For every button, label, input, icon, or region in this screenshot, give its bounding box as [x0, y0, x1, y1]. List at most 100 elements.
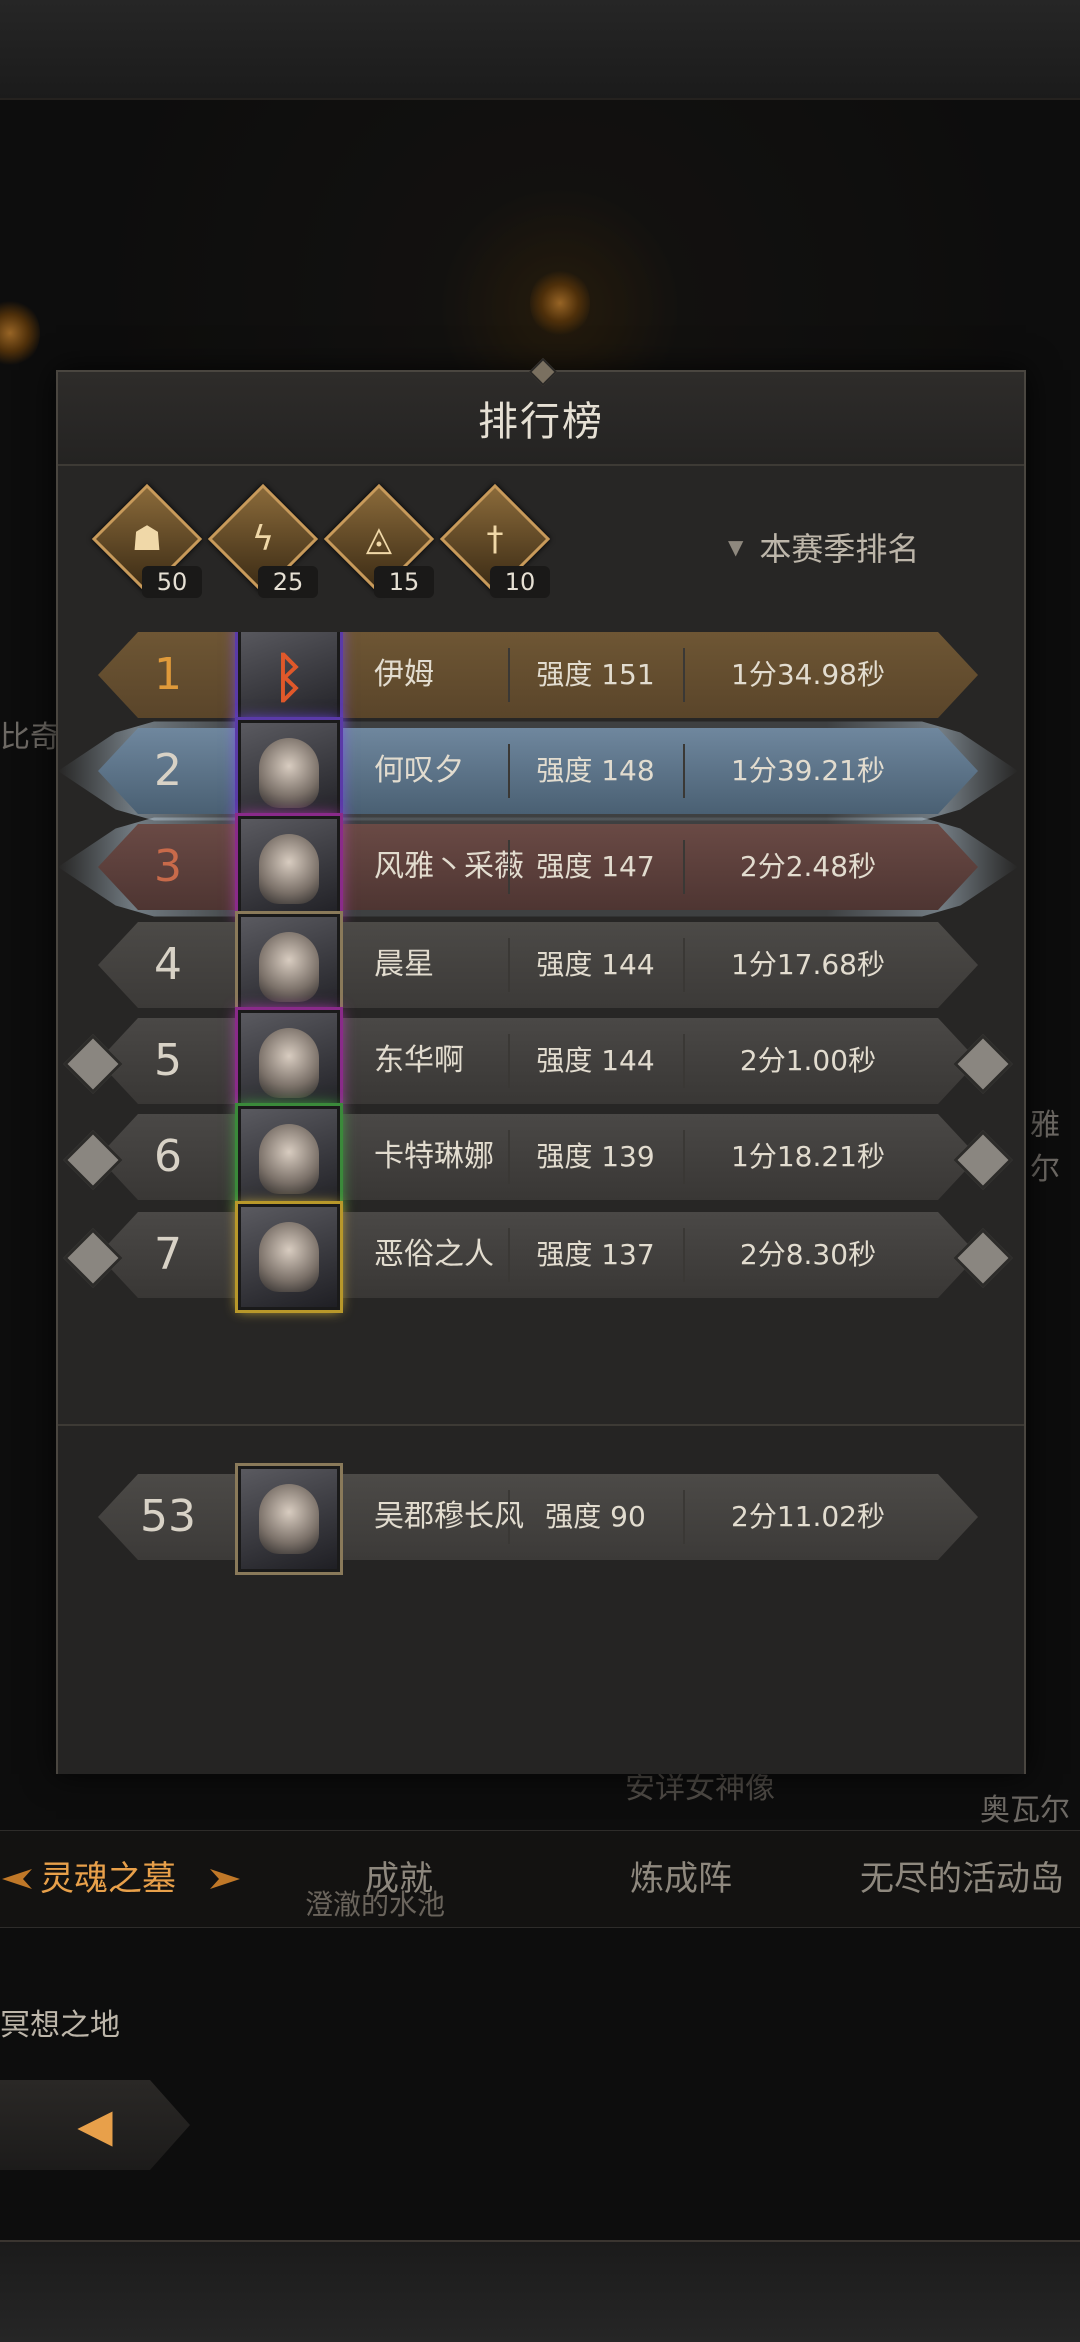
tab-soul-tomb[interactable]: 灵魂之墓: [40, 1831, 176, 1927]
player-name: 风雅丶采薇: [374, 849, 524, 884]
my-rank-row[interactable]: 53 吴郡穆长风 强度 90 2分11.02秒: [98, 1466, 978, 1572]
spike-ornament: [63, 1034, 123, 1094]
class-filter-warrior[interactable]: ☗ 50: [91, 483, 208, 602]
player-power: 强度 144: [536, 1044, 655, 1077]
filter-count: 25: [258, 566, 318, 598]
rank-number: 53: [140, 1491, 196, 1542]
divider: [683, 648, 685, 702]
back-button[interactable]: ◀: [0, 2080, 190, 2170]
player-avatar[interactable]: [238, 914, 340, 1020]
clear-time: 1分18.21秒: [731, 1140, 885, 1173]
spike-ornament: [953, 1034, 1013, 1094]
divider: [508, 648, 510, 702]
player-avatar[interactable]: [238, 1466, 340, 1572]
player-name: 吴郡穆长风: [374, 1499, 524, 1534]
player-name: 伊姆: [374, 657, 434, 692]
divider: [508, 1034, 510, 1088]
dialog-header: 排行榜: [58, 372, 1024, 466]
tab-arrow-left-icon: [2, 1869, 32, 1889]
divider: [508, 938, 510, 992]
filter-count: 15: [374, 566, 434, 598]
tab-alchemy[interactable]: 炼成阵: [630, 1831, 732, 1927]
rune-icon: ᛒ: [272, 645, 306, 709]
ranking-row[interactable]: 1 ᛒ 伊姆 强度 151 1分34.98秒: [98, 632, 978, 730]
player-avatar[interactable]: [238, 816, 340, 922]
player-avatar[interactable]: [238, 1204, 340, 1310]
rank-number: 2: [154, 745, 182, 796]
player-power: 强度 139: [536, 1140, 655, 1173]
ranking-list[interactable]: 1 ᛒ 伊姆 强度 151 1分34.98秒 2 何叹夕 强度 148 1分39…: [58, 632, 1024, 1412]
leaderboard-dialog: 排行榜 ☗ 50 ϟ 25 ◬ 15 † 10 ▼ 本赛季排名 1 ᛒ 伊姆 强…: [56, 357, 1026, 1774]
ranking-row[interactable]: 4 晨星 强度 144 1分17.68秒: [98, 914, 978, 1020]
class-filter-sword[interactable]: † 10: [439, 483, 556, 602]
divider: [683, 1034, 685, 1088]
map-label: 冥想之地: [0, 2008, 120, 2043]
ranking-row[interactable]: 6 卡特琳娜 强度 139 1分18.21秒: [63, 1106, 1013, 1212]
avatar-face: [259, 834, 319, 904]
class-filter-mage[interactable]: ϟ 25: [207, 483, 324, 602]
rank-number: 7: [154, 1229, 182, 1280]
avatar-face: [259, 1484, 319, 1554]
ranking-row[interactable]: 2 何叹夕 强度 148 1分39.21秒: [58, 720, 1018, 826]
class-filter-taoist[interactable]: ◬ 15: [323, 483, 440, 602]
avatar-face: [259, 1028, 319, 1098]
spike-ornament: [63, 1228, 123, 1288]
ranking-row[interactable]: 3 风雅丶采薇 强度 147 2分2.48秒: [58, 816, 1018, 922]
divider: [683, 744, 685, 798]
avatar-face: [259, 932, 319, 1002]
rank-number: 4: [154, 939, 182, 990]
clear-time: 2分8.30秒: [739, 1238, 877, 1271]
arrow-left-icon: ◀: [77, 2098, 113, 2152]
spike-ornament: [953, 1130, 1013, 1190]
my-rank-panel: 53 吴郡穆长风 强度 90 2分11.02秒: [58, 1424, 1024, 1774]
top-frame: [0, 0, 1080, 100]
clear-time: 2分11.02秒: [731, 1500, 885, 1533]
filter-count: 50: [142, 566, 202, 598]
player-name: 卡特琳娜: [374, 1139, 494, 1174]
divider: [683, 1228, 685, 1282]
season-rank-dropdown[interactable]: ▼ 本赛季排名: [728, 522, 1018, 572]
avatar-face: [259, 1124, 319, 1194]
rank-number: 6: [154, 1131, 182, 1182]
ranking-row[interactable]: 5 东华啊 强度 144 2分1.00秒: [63, 1010, 1013, 1116]
bottom-tab-bar: 灵魂之墓 成就 炼成阵 无尽的活动岛 澄澈的水池: [0, 1830, 1080, 1928]
rank-number: 5: [154, 1035, 182, 1086]
clear-time: 1分34.98秒: [731, 658, 885, 691]
player-name: 恶俗之人: [374, 1237, 494, 1272]
player-power: 强度 144: [536, 948, 655, 981]
divider: [508, 1130, 510, 1184]
rank-number: 3: [154, 841, 182, 892]
player-name: 何叹夕: [374, 753, 464, 788]
spike-ornament: [63, 1130, 123, 1190]
rank-number: 1: [154, 649, 182, 700]
dialog-title: 排行榜: [478, 399, 604, 445]
clear-time: 2分2.48秒: [739, 850, 877, 883]
map-label: 澄澈的水池: [305, 1888, 446, 1921]
divider: [683, 1490, 685, 1544]
divider: [508, 744, 510, 798]
divider: [683, 840, 685, 894]
player-avatar[interactable]: [238, 720, 340, 826]
bottom-frame: [0, 2240, 1080, 2342]
player-avatar[interactable]: ᛒ: [238, 632, 340, 730]
player-name: 东华啊: [374, 1043, 464, 1078]
clear-time: 1分17.68秒: [731, 948, 885, 981]
player-avatar[interactable]: [238, 1106, 340, 1212]
divider: [508, 1228, 510, 1282]
season-rank-label: 本赛季排名: [759, 530, 920, 568]
player-avatar[interactable]: [238, 1010, 340, 1116]
player-power: 强度 137: [536, 1238, 655, 1271]
dropdown-arrow-icon: ▼: [728, 535, 744, 559]
divider: [683, 1130, 685, 1184]
clear-time: 1分39.21秒: [731, 754, 885, 787]
avatar-face: [259, 738, 319, 808]
player-power: 强度 147: [536, 850, 655, 883]
filter-count: 10: [490, 566, 550, 598]
player-power: 强度 151: [536, 658, 655, 691]
divider: [508, 840, 510, 894]
divider: [508, 1490, 510, 1544]
tab-endless-island[interactable]: 无尽的活动岛: [860, 1831, 1064, 1927]
player-name: 晨星: [374, 947, 434, 982]
spike-ornament: [953, 1228, 1013, 1288]
ranking-row[interactable]: 7 恶俗之人 强度 137 2分8.30秒: [63, 1204, 1013, 1310]
